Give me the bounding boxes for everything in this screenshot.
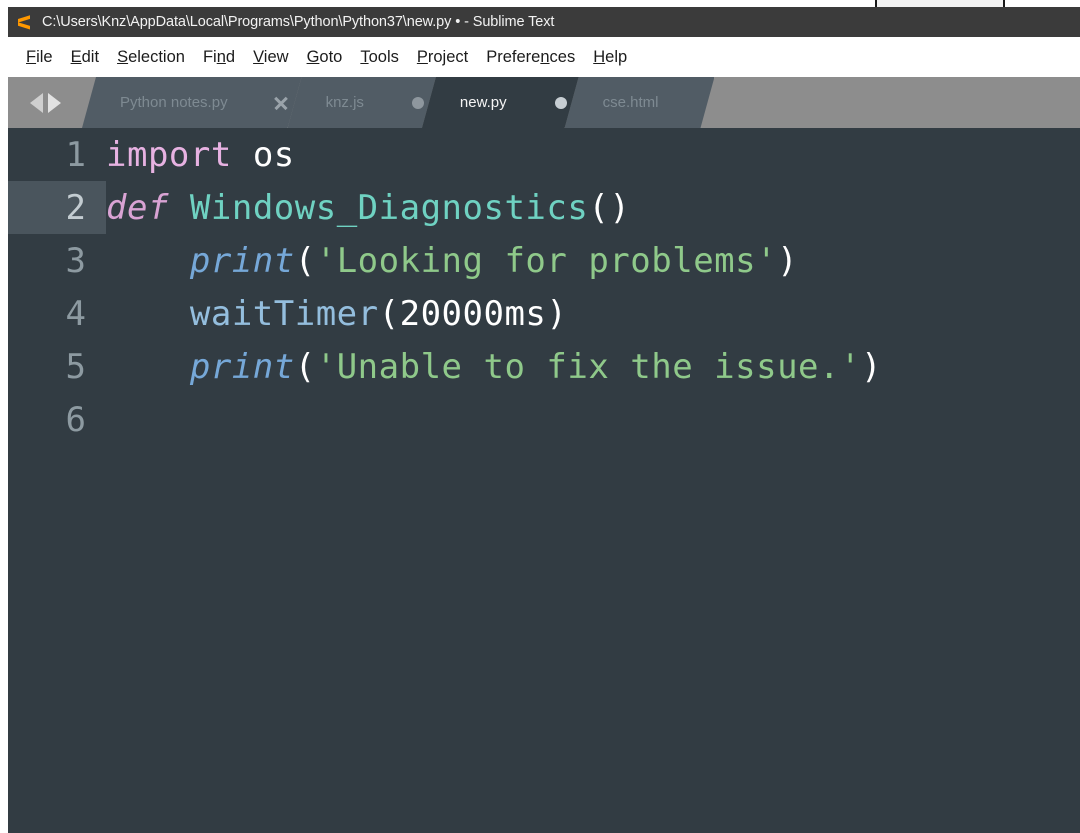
- token-punct: (: [294, 240, 316, 281]
- tab-label: knz.js: [325, 94, 364, 111]
- token-func: Windows_Diagnostics: [189, 187, 589, 228]
- chevron-right-icon[interactable]: [47, 92, 61, 113]
- window-title: C:\Users\Knz\AppData\Local\Programs\Pyth…: [42, 14, 555, 30]
- code-editor[interactable]: 1 import os 2 def Windows_Diagnostics() 3 pr…: [8, 128, 1080, 833]
- code-content: import os: [106, 138, 295, 172]
- menu-item-view[interactable]: View: [244, 46, 297, 69]
- menu-item-file[interactable]: File: [17, 46, 62, 69]
- tab-label: cse.html: [602, 94, 659, 111]
- line-number: 4: [65, 293, 86, 334]
- token-string: 'Looking for problems': [315, 240, 778, 281]
- token-punct: ): [860, 346, 882, 387]
- token-builtin: print: [189, 240, 295, 281]
- tab-label: Python notes.py: [120, 94, 228, 111]
- menu-item-find[interactable]: Find: [194, 46, 244, 69]
- tab-knz-js[interactable]: knz.js: [288, 77, 436, 128]
- tab-navigation-arrows: [8, 77, 82, 128]
- code-line[interactable]: 1 import os: [8, 128, 1080, 181]
- token-string: 'Unable to fix the issue.': [315, 346, 861, 387]
- menu-item-preferences[interactable]: Preferences: [477, 46, 584, 69]
- code-line[interactable]: 6: [8, 393, 1080, 446]
- token-punct: (: [378, 293, 400, 334]
- menu-item-help[interactable]: Help: [584, 46, 636, 69]
- menu-item-project[interactable]: Project: [408, 46, 477, 69]
- menu-item-goto[interactable]: Goto: [298, 46, 352, 69]
- token-keyword: def: [106, 187, 169, 228]
- line-number: 6: [65, 399, 86, 440]
- unsaved-changes-dot-icon[interactable]: [555, 97, 567, 109]
- code-line[interactable]: 3 print('Looking for problems'): [8, 234, 1080, 287]
- image-left-border: [0, 0, 8, 833]
- menu-item-edit[interactable]: Edit: [62, 46, 108, 69]
- line-number: 3: [65, 240, 86, 281]
- token-plain: os: [252, 134, 295, 175]
- line-number: 5: [65, 346, 86, 387]
- code-line[interactable]: 4 waitTimer(20000ms): [8, 287, 1080, 340]
- unsaved-changes-dot-icon[interactable]: [412, 97, 424, 109]
- tab-strip: Python notes.py knz.js new.py cse.html: [82, 77, 700, 128]
- sublime-text-logo-icon: [17, 14, 31, 31]
- token-import: import: [106, 134, 232, 175]
- code-content: waitTimer(20000ms): [106, 297, 567, 331]
- close-icon[interactable]: [272, 94, 290, 112]
- token-call: waitTimer: [189, 293, 379, 334]
- tab-bar: Python notes.py knz.js new.py cse.html: [8, 77, 1080, 128]
- line-number: 2: [8, 181, 106, 234]
- tab-cse-html[interactable]: cse.html: [565, 77, 715, 128]
- token-punct: (): [588, 187, 631, 228]
- code-line[interactable]: 5 print('Unable to fix the issue.'): [8, 340, 1080, 393]
- token-punct: ): [777, 240, 799, 281]
- code-content: print('Looking for problems'): [106, 244, 798, 278]
- line-number: 1: [65, 134, 86, 175]
- token-punct: (: [294, 346, 316, 387]
- menu-bar: File Edit Selection Find View Goto Tools Projec…: [8, 37, 1080, 77]
- tab-label: new.py: [459, 94, 507, 111]
- code-line[interactable]: 2 def Windows_Diagnostics(): [8, 181, 1080, 234]
- menu-item-tools[interactable]: Tools: [351, 46, 408, 69]
- token-builtin: print: [189, 346, 295, 387]
- title-bar: C:\Users\Knz\AppData\Local\Programs\Pyth…: [8, 7, 1080, 37]
- token-plain: 20000ms: [399, 293, 547, 334]
- chevron-left-icon[interactable]: [29, 92, 43, 113]
- code-content: print('Unable to fix the issue.'): [106, 350, 882, 384]
- token-punct: ): [546, 293, 568, 334]
- code-content: def Windows_Diagnostics(): [106, 191, 630, 225]
- tab-python-notes-py[interactable]: Python notes.py: [82, 77, 302, 128]
- sublime-text-window: C:\Users\Knz\AppData\Local\Programs\Pyth…: [0, 0, 1080, 833]
- menu-item-selection[interactable]: Selection: [108, 46, 194, 69]
- tab-new-py[interactable]: new.py: [422, 77, 579, 128]
